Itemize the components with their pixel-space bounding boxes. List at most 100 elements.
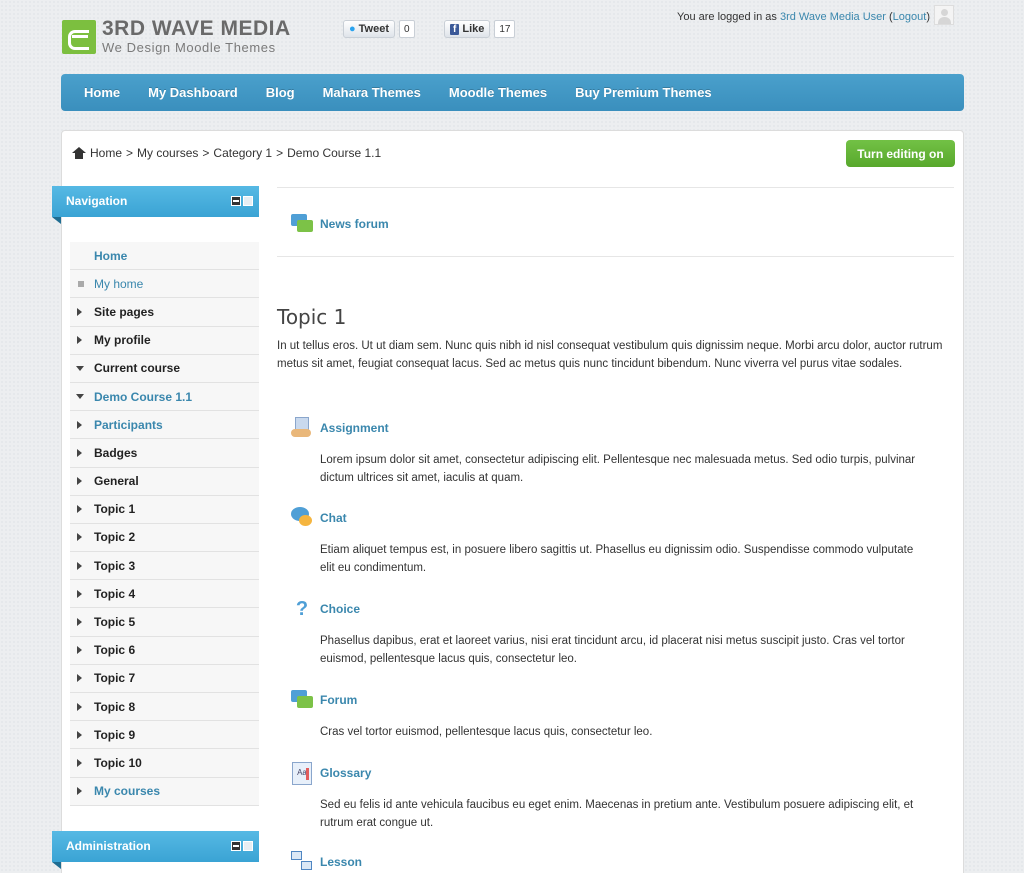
expand-right-icon bbox=[77, 420, 82, 429]
activity-chat[interactable]: Chat bbox=[291, 507, 347, 529]
activity-forum[interactable]: Forum bbox=[291, 689, 357, 711]
site-logo[interactable]: 3RD WAVE MEDIA We Design Moodle Themes bbox=[62, 18, 291, 55]
nav-tree-item-site-pages[interactable]: Site pages bbox=[70, 298, 259, 327]
facebook-icon: f bbox=[450, 23, 460, 35]
like-widget: f Like 17 bbox=[444, 20, 516, 38]
nav-tree-item-topic-9[interactable]: Topic 9 bbox=[70, 721, 259, 750]
like-count: 17 bbox=[494, 20, 516, 38]
minimize-icon[interactable] bbox=[231, 841, 241, 851]
activity-assignment[interactable]: Assignment bbox=[291, 417, 389, 439]
expand-down-icon bbox=[76, 365, 84, 371]
minimize-icon[interactable] bbox=[231, 196, 241, 206]
activity-link[interactable]: Forum bbox=[320, 693, 357, 707]
nav-tree-item-my-profile[interactable]: My profile bbox=[70, 326, 259, 355]
nav-tree-label: General bbox=[94, 474, 139, 489]
nav-tree-item-topic-1[interactable]: Topic 1 bbox=[70, 495, 259, 524]
nav-tree-label: My courses bbox=[94, 784, 161, 799]
nav-moodle-themes[interactable]: Moodle Themes bbox=[449, 85, 547, 100]
section-divider bbox=[277, 187, 954, 188]
nav-tree-label: Topic 5 bbox=[94, 615, 136, 630]
activity-link[interactable]: Chat bbox=[320, 511, 347, 525]
nav-blog[interactable]: Blog bbox=[266, 85, 295, 100]
nav-tree-item-topic-6[interactable]: Topic 6 bbox=[70, 636, 259, 665]
nav-tree-label: Participants bbox=[94, 417, 163, 432]
nav-home[interactable]: Home bbox=[84, 85, 120, 100]
user-profile-link[interactable]: 3rd Wave Media User bbox=[780, 11, 886, 23]
choice-icon: ? bbox=[295, 598, 309, 620]
nav-buy-premium-themes[interactable]: Buy Premium Themes bbox=[575, 85, 712, 100]
navigation-tree: Home My home Site pages My profile Curre… bbox=[70, 242, 259, 806]
nav-tree-label: Site pages bbox=[94, 304, 155, 319]
activity-link[interactable]: Choice bbox=[320, 602, 360, 616]
like-button[interactable]: f Like bbox=[444, 20, 491, 38]
nav-tree-item-my-courses[interactable]: My courses bbox=[70, 777, 259, 806]
navigation-block-title: Navigation bbox=[66, 194, 128, 208]
administration-block-title: Administration bbox=[66, 839, 151, 853]
activity-glossary[interactable]: Glossary bbox=[291, 762, 371, 785]
nav-tree-label: My profile bbox=[94, 333, 151, 348]
logout-link[interactable]: Logout bbox=[893, 11, 927, 23]
activity-choice[interactable]: ? Choice bbox=[291, 598, 360, 620]
activity-link[interactable]: Glossary bbox=[320, 766, 371, 780]
section-title: Topic 1 bbox=[277, 305, 347, 329]
tweet-label: Tweet bbox=[358, 23, 390, 35]
dock-icon[interactable] bbox=[243, 196, 253, 206]
nav-tree-item-topic-3[interactable]: Topic 3 bbox=[70, 552, 259, 581]
nav-tree-label: Topic 9 bbox=[94, 727, 136, 742]
nav-tree-label: Current course bbox=[94, 361, 181, 376]
nav-tree-item-topic-7[interactable]: Topic 7 bbox=[70, 664, 259, 693]
nav-tree-item-topic-10[interactable]: Topic 10 bbox=[70, 749, 259, 778]
nav-tree-item-home[interactable]: Home bbox=[70, 242, 259, 271]
nav-tree-item-demo-course[interactable]: Demo Course 1.1 bbox=[70, 382, 259, 412]
breadcrumb-home[interactable]: Home bbox=[90, 146, 122, 160]
activity-link[interactable]: Lesson bbox=[320, 855, 362, 869]
breadcrumb-current: Demo Course 1.1 bbox=[287, 146, 382, 160]
breadcrumb-category[interactable]: Category 1 bbox=[213, 146, 272, 160]
lesson-icon bbox=[291, 851, 313, 873]
turn-editing-on-button[interactable]: Turn editing on bbox=[846, 140, 955, 167]
breadcrumb-separator: > bbox=[202, 146, 210, 160]
activity-link[interactable]: News forum bbox=[320, 217, 389, 231]
expand-right-icon bbox=[77, 533, 82, 542]
expand-right-icon bbox=[77, 702, 82, 711]
chat-icon bbox=[291, 507, 313, 529]
nav-tree-item-badges[interactable]: Badges bbox=[70, 439, 259, 468]
expand-down-icon bbox=[76, 394, 84, 400]
activity-description: Sed eu felis id ante vehicula faucibus e… bbox=[320, 799, 914, 829]
nav-tree-label: Topic 6 bbox=[94, 643, 136, 658]
expand-right-icon bbox=[77, 448, 82, 457]
dock-icon[interactable] bbox=[243, 841, 253, 851]
nav-tree-item-topic-4[interactable]: Topic 4 bbox=[70, 580, 259, 609]
logo-mark-icon bbox=[62, 19, 96, 54]
nav-tree-item-participants[interactable]: Participants bbox=[70, 411, 259, 440]
avatar[interactable] bbox=[934, 5, 954, 25]
nav-mahara-themes[interactable]: Mahara Themes bbox=[323, 85, 421, 100]
breadcrumb-my-courses[interactable]: My courses bbox=[137, 146, 198, 160]
expand-right-icon bbox=[77, 589, 82, 598]
activity-news-forum[interactable]: News forum bbox=[291, 213, 389, 235]
tweet-button[interactable]: ● Tweet bbox=[343, 20, 396, 38]
breadcrumb: Home > My courses > Category 1 > Demo Co… bbox=[72, 146, 381, 160]
home-icon[interactable] bbox=[72, 147, 86, 159]
like-label: Like bbox=[462, 23, 485, 35]
activity-link[interactable]: Assignment bbox=[320, 421, 389, 435]
activity-description: Phasellus dapibus, erat et laoreet variu… bbox=[320, 635, 905, 665]
nav-tree-label: Topic 4 bbox=[94, 586, 136, 601]
expand-right-icon bbox=[77, 336, 82, 345]
expand-right-icon bbox=[77, 618, 82, 627]
tweet-widget: ● Tweet 0 bbox=[343, 20, 415, 38]
nav-tree-item-topic-8[interactable]: Topic 8 bbox=[70, 693, 259, 722]
expand-right-icon bbox=[77, 730, 82, 739]
nav-tree-label: Demo Course 1.1 bbox=[94, 389, 193, 404]
nav-tree-item-topic-5[interactable]: Topic 5 bbox=[70, 608, 259, 637]
activity-lesson[interactable]: Lesson bbox=[291, 851, 362, 873]
activity-description: Etiam aliquet tempus est, in posuere lib… bbox=[320, 544, 914, 574]
administration-block-header: Administration bbox=[52, 831, 259, 869]
nav-tree-item-current-course[interactable]: Current course bbox=[70, 354, 259, 383]
nav-tree-item-general[interactable]: General bbox=[70, 467, 259, 496]
nav-tree-item-my-home[interactable]: My home bbox=[70, 270, 259, 299]
assignment-icon bbox=[291, 417, 313, 439]
nav-my-dashboard[interactable]: My Dashboard bbox=[148, 85, 238, 100]
nav-tree-item-topic-2[interactable]: Topic 2 bbox=[70, 523, 259, 553]
logo-title: 3RD WAVE MEDIA bbox=[102, 17, 291, 40]
